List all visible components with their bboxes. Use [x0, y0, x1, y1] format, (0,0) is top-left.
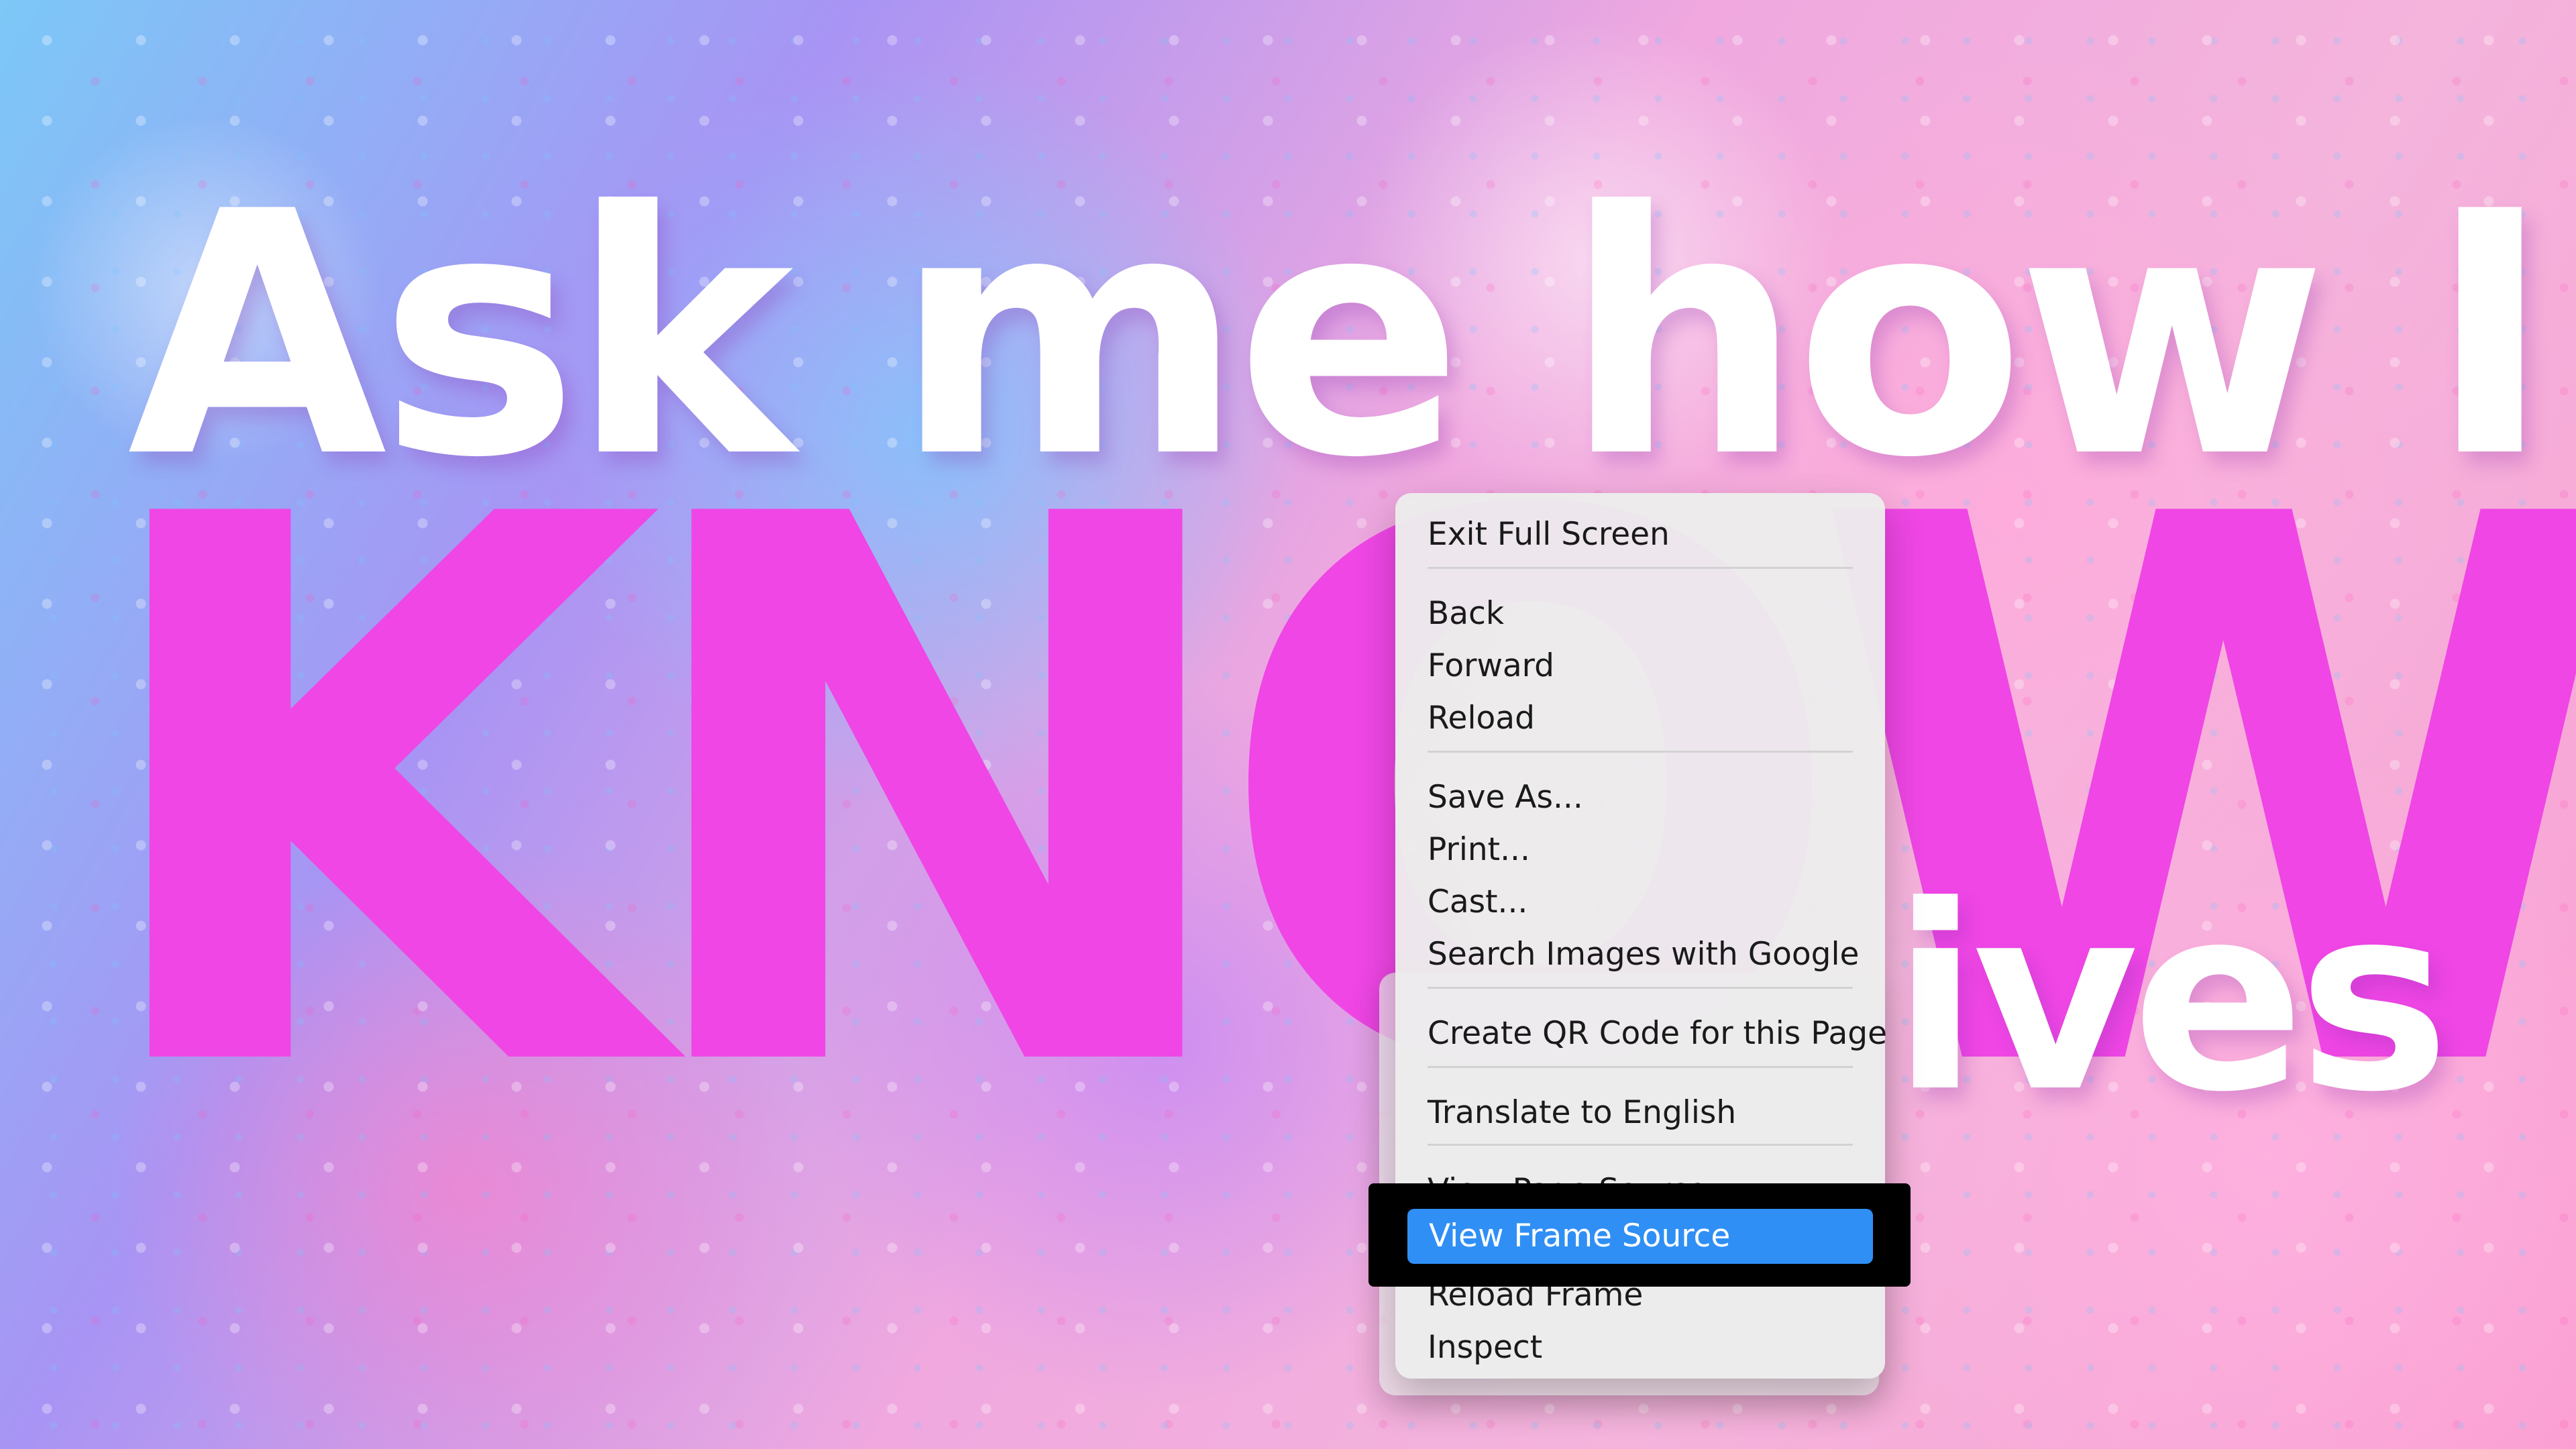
- menu-item-save-as[interactable]: Save As...: [1428, 776, 1853, 819]
- menu-item-cast[interactable]: Cast...: [1428, 881, 1853, 924]
- menu-item-create-qr-code[interactable]: Create QR Code for this Page: [1428, 1012, 1887, 1055]
- menu-item-forward[interactable]: Forward: [1428, 645, 1853, 688]
- menu-item-search-images-with-google[interactable]: Search Images with Google: [1428, 933, 1859, 976]
- fullscreen-page: Ask me how I KNOW ives Exit Full Screen …: [0, 0, 2576, 1449]
- menu-item-view-frame-source[interactable]: View Frame Source: [1407, 1209, 1873, 1264]
- side-word-text: ives: [1892, 851, 2450, 1148]
- menu-item-translate-to-english[interactable]: Translate to English: [1428, 1091, 1853, 1134]
- menu-item-back[interactable]: Back: [1428, 592, 1853, 635]
- menu-separator: [1428, 987, 1853, 989]
- menu-item-exit-full-screen[interactable]: Exit Full Screen: [1428, 513, 1853, 556]
- menu-item-inspect[interactable]: Inspect: [1428, 1326, 1853, 1369]
- menu-separator: [1428, 567, 1853, 569]
- menu-separator: [1428, 1144, 1853, 1146]
- menu-separator: [1428, 751, 1853, 753]
- menu-item-reload[interactable]: Reload: [1428, 697, 1853, 740]
- menu-item-print[interactable]: Print...: [1428, 828, 1853, 871]
- menu-separator: [1428, 1066, 1853, 1068]
